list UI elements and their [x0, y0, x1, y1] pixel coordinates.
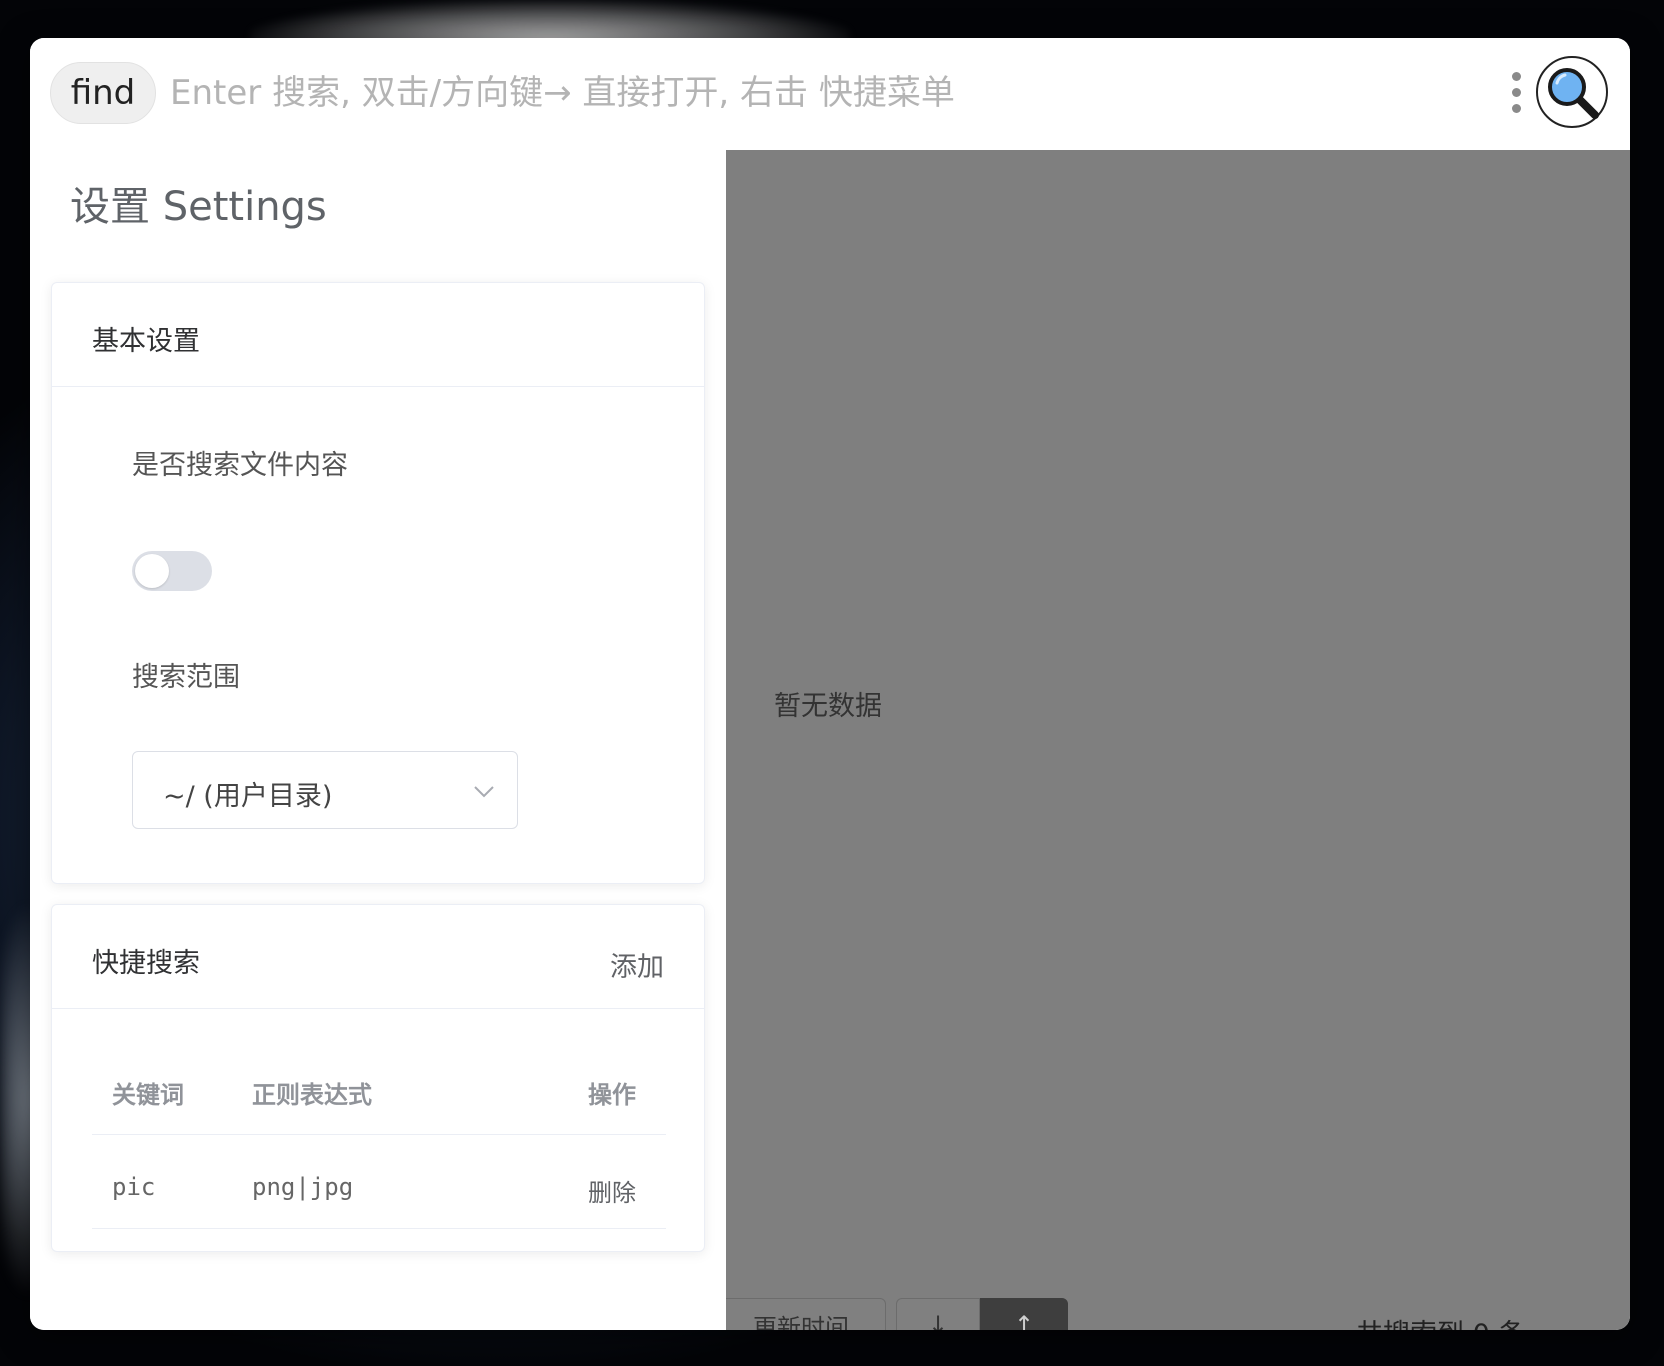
basic-settings-card: 基本设置 是否搜索文件内容 搜索范围 ~/ (用户目录) [51, 282, 705, 884]
table-row: pic png|jpg 删除 [92, 1135, 666, 1229]
column-header-keyword: 关键词 [112, 1081, 184, 1109]
search-button[interactable] [1536, 56, 1608, 128]
add-quick-search-button[interactable]: 添加 [610, 945, 664, 984]
card-header: 快捷搜索 添加 [52, 905, 704, 1009]
settings-drawer: 设置 Settings 基本设置 是否搜索文件内容 搜索范围 ~/ (用户目录)… [30, 150, 726, 1330]
settings-title: 设置 Settings [70, 184, 327, 230]
empty-state-text: 暂无数据 [774, 691, 882, 722]
delete-row-button[interactable]: 删除 [588, 1173, 636, 1208]
magnifier-icon [1548, 68, 1599, 119]
more-vertical-icon[interactable] [1510, 72, 1522, 116]
quick-search-table: 关键词 正则表达式 操作 pic png|jpg 删除 [92, 1035, 666, 1229]
quick-search-card: 快捷搜索 添加 关键词 正则表达式 操作 pic png|jpg 删除 [51, 904, 705, 1252]
results-panel: 暂无数据 更新时间 ↓ ↑ 共搜索到 0 条 [716, 150, 1630, 1330]
search-input[interactable] [170, 60, 1510, 126]
search-scope-value: ~/ (用户目录) [163, 781, 333, 812]
find-prefix-badge[interactable]: find [50, 62, 156, 124]
app-window: find 暂无数据 更新时间 ↓ ↑ 共搜索到 0 条 设置 Settings … [30, 38, 1630, 1330]
quick-search-title: 快捷搜索 [92, 948, 200, 979]
search-content-label: 是否搜索文件内容 [132, 450, 348, 481]
column-header-action: 操作 [588, 1081, 636, 1109]
result-count: 共搜索到 0 条 [1356, 1312, 1525, 1330]
search-scope-select[interactable]: ~/ (用户目录) [132, 751, 518, 829]
chevron-down-icon [474, 786, 494, 798]
card-header: 基本设置 [52, 283, 704, 387]
row-regex: png|jpg [252, 1173, 354, 1201]
toggle-knob [135, 554, 169, 588]
sort-asc-button[interactable]: ↑ [980, 1298, 1068, 1330]
column-header-regex: 正则表达式 [252, 1081, 372, 1109]
basic-settings-title: 基本设置 [92, 326, 200, 357]
row-keyword: pic [112, 1173, 156, 1201]
search-bar: find [30, 38, 1630, 150]
table-header-row: 关键词 正则表达式 操作 [92, 1035, 666, 1135]
sort-by-time-button[interactable]: 更新时间 [716, 1298, 886, 1330]
search-scope-label: 搜索范围 [132, 662, 240, 693]
sort-desc-button[interactable]: ↓ [896, 1298, 980, 1330]
search-content-toggle[interactable] [132, 551, 212, 591]
